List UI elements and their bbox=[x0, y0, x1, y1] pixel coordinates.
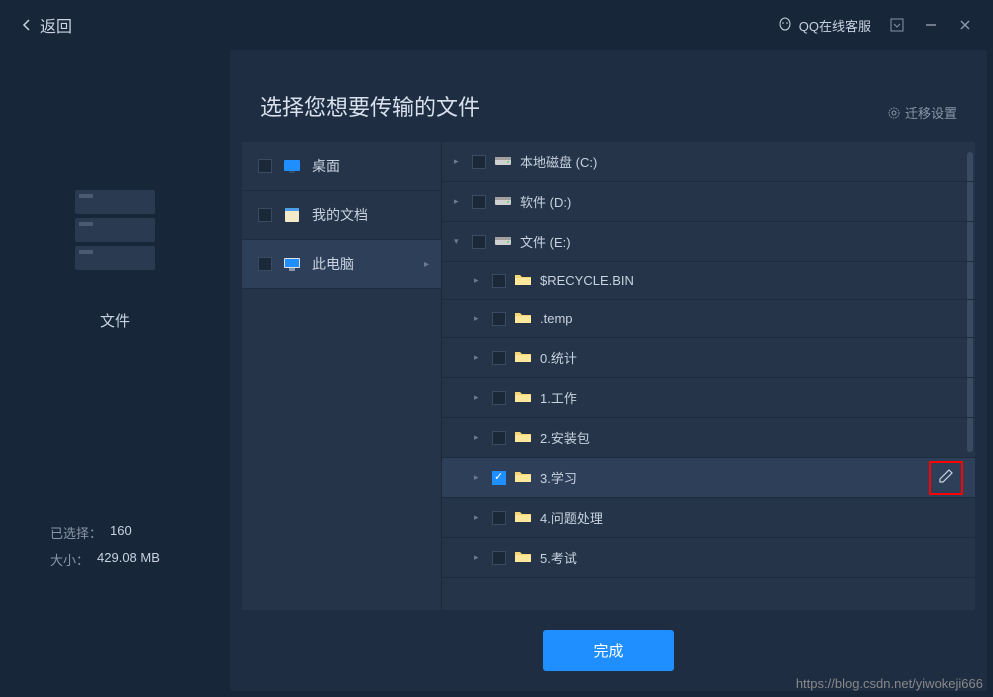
checkbox[interactable] bbox=[492, 471, 506, 485]
category-item[interactable]: 此电脑 bbox=[242, 240, 441, 289]
file-category-label: 文件 bbox=[100, 310, 130, 331]
edit-button[interactable] bbox=[929, 461, 963, 495]
expand-arrow-icon[interactable]: ▸ bbox=[474, 512, 484, 523]
file-stack-icon bbox=[75, 190, 155, 270]
size-label: 大小： bbox=[50, 550, 89, 569]
gear-icon bbox=[887, 106, 901, 120]
checkbox[interactable] bbox=[258, 257, 272, 271]
qq-service-label: QQ在线客服 bbox=[799, 16, 871, 35]
checkbox[interactable] bbox=[492, 351, 506, 365]
expand-arrow-icon[interactable]: ▸ bbox=[474, 275, 484, 286]
tree-item-label: 2.安装包 bbox=[540, 428, 590, 447]
folder-icon bbox=[514, 429, 532, 446]
category-item[interactable]: 桌面 bbox=[242, 142, 441, 191]
expand-arrow-icon[interactable]: ▸ bbox=[474, 313, 484, 324]
tree-item[interactable]: ▸ 本地磁盘 (C:) bbox=[442, 142, 975, 182]
checkbox[interactable] bbox=[492, 391, 506, 405]
back-button[interactable]: 返回 bbox=[20, 13, 72, 37]
tree-item-label: 5.考试 bbox=[540, 548, 577, 567]
close-icon bbox=[958, 18, 972, 32]
expand-arrow-icon[interactable]: ▸ bbox=[474, 552, 484, 563]
dropdown-button[interactable] bbox=[889, 17, 905, 33]
tree-item[interactable]: ▸ 软件 (D:) bbox=[442, 182, 975, 222]
minimize-button[interactable] bbox=[923, 17, 939, 33]
size-value: 429.08 MB bbox=[97, 550, 160, 569]
selected-label: 已选择： bbox=[50, 523, 102, 542]
checkbox[interactable] bbox=[492, 274, 506, 288]
tree-item-label: .temp bbox=[540, 311, 573, 326]
checkbox[interactable] bbox=[492, 511, 506, 525]
folder-icon bbox=[514, 310, 532, 327]
folder-icon bbox=[514, 272, 532, 289]
category-icon bbox=[282, 158, 302, 174]
category-list: 桌面 我的文档 此电脑 bbox=[242, 142, 442, 610]
tree-item[interactable]: ▸ 0.统计 bbox=[442, 338, 975, 378]
arrow-left-icon bbox=[20, 18, 34, 32]
tree-item[interactable]: ▸ 5.考试 bbox=[442, 538, 975, 578]
category-icon bbox=[282, 256, 302, 272]
right-panel: 选择您想要传输的文件 迁移设置 桌面 我的文档 此电脑 ▸ 本地磁盘 (C:)▸… bbox=[230, 50, 987, 691]
folder-icon bbox=[514, 349, 532, 366]
category-item[interactable]: 我的文档 bbox=[242, 191, 441, 240]
tree-item-label: $RECYCLE.BIN bbox=[540, 273, 634, 288]
tree-item[interactable]: ▸ 2.安装包 bbox=[442, 418, 975, 458]
drive-icon bbox=[494, 233, 512, 250]
migration-settings-link[interactable]: 迁移设置 bbox=[887, 103, 957, 122]
pencil-icon bbox=[938, 468, 954, 487]
folder-icon bbox=[514, 509, 532, 526]
file-tree: ▸ 本地磁盘 (C:)▸ 软件 (D:)▾ 文件 (E:)▸ $RECYCLE.… bbox=[442, 142, 975, 610]
tree-item-label: 本地磁盘 (C:) bbox=[520, 152, 597, 171]
done-button[interactable]: 完成 bbox=[543, 630, 673, 671]
drive-icon bbox=[494, 153, 512, 170]
checkbox[interactable] bbox=[472, 235, 486, 249]
tree-item-label: 0.统计 bbox=[540, 348, 577, 367]
tree-item[interactable]: ▸ 1.工作 bbox=[442, 378, 975, 418]
expand-arrow-icon[interactable]: ▸ bbox=[454, 196, 464, 207]
panel-title: 选择您想要传输的文件 bbox=[260, 90, 480, 122]
checkbox[interactable] bbox=[472, 155, 486, 169]
drive-icon bbox=[494, 193, 512, 210]
tree-item-label: 软件 (D:) bbox=[520, 192, 571, 211]
selected-value: 160 bbox=[110, 523, 132, 542]
tree-item[interactable]: ▸ 4.问题处理 bbox=[442, 498, 975, 538]
checkbox[interactable] bbox=[258, 159, 272, 173]
watermark: https://blog.csdn.net/yiwokeji666 bbox=[796, 676, 983, 691]
category-label: 桌面 bbox=[312, 156, 340, 176]
chevron-down-icon bbox=[890, 18, 904, 32]
qq-service-link[interactable]: QQ在线客服 bbox=[777, 16, 871, 35]
expand-arrow-icon[interactable]: ▾ bbox=[454, 236, 464, 247]
close-button[interactable] bbox=[957, 17, 973, 33]
selection-stats: 已选择： 160 大小： 429.08 MB bbox=[0, 523, 160, 577]
checkbox[interactable] bbox=[258, 208, 272, 222]
folder-icon bbox=[514, 389, 532, 406]
left-panel: 文件 已选择： 160 大小： 429.08 MB bbox=[0, 50, 230, 697]
tree-item-label: 3.学习 bbox=[540, 468, 577, 487]
tree-item-label: 1.工作 bbox=[540, 388, 577, 407]
tree-item[interactable]: ▸ 3.学习 bbox=[442, 458, 975, 498]
tree-item[interactable]: ▾ 文件 (E:) bbox=[442, 222, 975, 262]
expand-arrow-icon[interactable]: ▸ bbox=[474, 432, 484, 443]
back-label: 返回 bbox=[40, 13, 72, 37]
category-label: 我的文档 bbox=[312, 205, 368, 225]
category-icon bbox=[282, 207, 302, 223]
settings-label: 迁移设置 bbox=[905, 103, 957, 122]
expand-arrow-icon[interactable]: ▸ bbox=[474, 352, 484, 363]
tree-item[interactable]: ▸ .temp bbox=[442, 300, 975, 338]
folder-icon bbox=[514, 469, 532, 486]
checkbox[interactable] bbox=[492, 431, 506, 445]
category-label: 此电脑 bbox=[312, 254, 354, 274]
checkbox[interactable] bbox=[472, 195, 486, 209]
expand-arrow-icon[interactable]: ▸ bbox=[474, 472, 484, 483]
checkbox[interactable] bbox=[492, 551, 506, 565]
tree-item[interactable]: ▸ $RECYCLE.BIN bbox=[442, 262, 975, 300]
checkbox[interactable] bbox=[492, 312, 506, 326]
expand-arrow-icon[interactable]: ▸ bbox=[454, 156, 464, 167]
folder-icon bbox=[514, 549, 532, 566]
expand-arrow-icon[interactable]: ▸ bbox=[474, 392, 484, 403]
tree-item-label: 文件 (E:) bbox=[520, 232, 571, 251]
qq-icon bbox=[777, 17, 793, 33]
tree-item-label: 4.问题处理 bbox=[540, 508, 603, 527]
minimize-icon bbox=[924, 18, 938, 32]
